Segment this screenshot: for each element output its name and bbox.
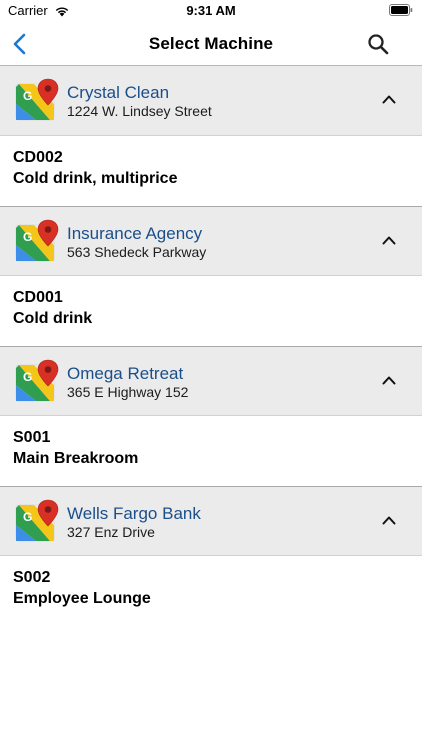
google-maps-icon: G xyxy=(15,219,59,262)
location-header[interactable]: G Omega Retreat 365 E Highway 152 xyxy=(0,346,422,416)
google-maps-icon: G xyxy=(15,78,59,121)
location-header[interactable]: G Crystal Clean 1224 W. Lindsey Street xyxy=(0,66,422,136)
location-name: Crystal Clean xyxy=(67,83,170,102)
page-title: Select Machine xyxy=(148,34,274,53)
navigation-bar: Select Machine xyxy=(0,22,422,66)
location-name: Omega Retreat xyxy=(67,364,184,383)
location-header[interactable]: G Wells Fargo Bank 327 Enz Drive xyxy=(0,486,422,556)
svg-text:G: G xyxy=(23,510,32,524)
location-address: 563 Shedeck Parkway xyxy=(67,244,207,260)
google-maps-icon: G xyxy=(15,499,59,542)
location-name: Insurance Agency xyxy=(67,224,203,243)
machine-code: S002 xyxy=(13,569,51,586)
svg-text:G: G xyxy=(23,370,32,384)
chevron-up-icon[interactable] xyxy=(382,93,396,105)
chevron-up-icon[interactable] xyxy=(382,514,396,526)
status-bar: Carrier 9:31 AM xyxy=(0,0,422,22)
battery-icon xyxy=(389,4,413,16)
location-header[interactable]: G Insurance Agency 563 Shedeck Parkway xyxy=(0,206,422,276)
svg-text:G: G xyxy=(23,230,32,244)
chevron-up-icon[interactable] xyxy=(382,374,396,386)
status-time: 9:31 AM xyxy=(186,3,236,18)
machine-list: G Crystal Clean 1224 W. Lindsey Street C… xyxy=(0,66,422,626)
svg-text:G: G xyxy=(23,89,32,103)
machine-description: Cold drink, multiprice xyxy=(13,170,178,187)
chevron-up-icon[interactable] xyxy=(382,234,396,246)
location-address: 327 Enz Drive xyxy=(67,524,155,540)
location-name: Wells Fargo Bank xyxy=(67,504,201,523)
machine-description: Cold drink xyxy=(13,310,93,327)
google-maps-icon: G xyxy=(15,359,59,402)
machine-description: Employee Lounge xyxy=(13,590,151,607)
search-icon[interactable] xyxy=(366,32,390,56)
machine-row[interactable]: S002 Employee Lounge xyxy=(0,556,422,626)
location-address: 1224 W. Lindsey Street xyxy=(67,103,212,119)
machine-code: S001 xyxy=(13,429,51,446)
machine-code: CD002 xyxy=(13,149,63,166)
machine-row[interactable]: S001 Main Breakroom xyxy=(0,416,422,486)
machine-code: CD001 xyxy=(13,289,63,306)
machine-description: Main Breakroom xyxy=(13,450,139,467)
location-address: 365 E Highway 152 xyxy=(67,384,189,400)
machine-row[interactable]: CD002 Cold drink, multiprice xyxy=(0,136,422,206)
machine-row[interactable]: CD001 Cold drink xyxy=(0,276,422,346)
